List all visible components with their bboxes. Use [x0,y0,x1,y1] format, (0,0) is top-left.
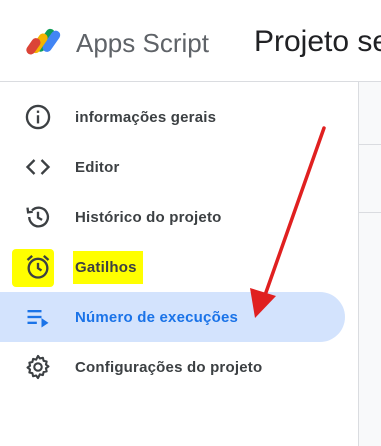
executions-icon [24,303,52,331]
sidebar-item-label: Histórico do projeto [75,208,222,226]
history-icon [24,203,52,231]
sidebar-item-label: Número de execuções [75,308,239,326]
editor-panel-edge [358,82,381,446]
sidebar-item-label: Editor [75,158,120,176]
sidebar-item-label: Gatilhos [73,250,143,284]
sidebar-item-label: informações gerais [75,108,217,126]
sidebar-item-history[interactable]: Histórico do projeto [0,192,358,242]
info-icon [24,103,52,131]
sidebar-nav: informações gerais Editor Histórico do p… [0,92,358,392]
sidebar-item-editor[interactable]: Editor [0,142,358,192]
sidebar-item-triggers[interactable]: Gatilhos [0,242,358,292]
app-name[interactable]: Apps Script [76,26,209,60]
app-header: Apps Script Projeto se [0,0,381,82]
sidebar-item-executions[interactable]: Número de execuções [0,292,345,342]
gear-icon [24,353,52,381]
sidebar-item-settings[interactable]: Configurações do projeto [0,342,358,392]
sidebar-item-overview[interactable]: informações gerais [0,92,358,142]
project-title[interactable]: Projeto se [254,22,381,62]
alarm-clock-icon [24,253,52,281]
code-icon [24,153,52,181]
apps-script-logo-icon[interactable] [26,23,66,63]
sidebar-item-label: Configurações do projeto [75,358,263,376]
